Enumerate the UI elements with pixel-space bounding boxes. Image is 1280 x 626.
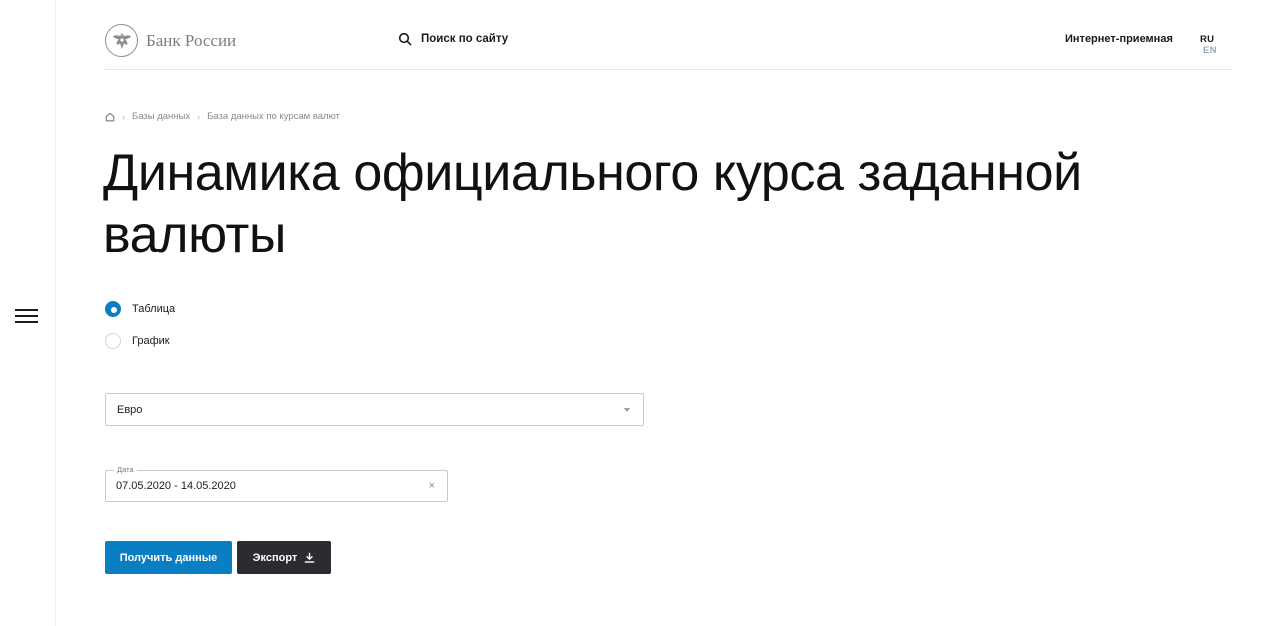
export-button-label: Экспорт [252,551,298,564]
logo-text: Банк России [146,30,237,50]
breadcrumb: › Базы данных › База данных по курсам ва… [105,111,340,122]
breadcrumb-separator: › [122,111,125,122]
lang-en-link[interactable]: EN [1203,45,1217,56]
eagle-emblem-icon [105,24,138,57]
search-icon [398,32,412,46]
clear-date-icon[interactable]: × [429,479,435,493]
get-data-button[interactable]: Получить данные [105,541,232,574]
currency-select[interactable]: Евро [105,393,644,426]
breadcrumb-item-databases[interactable]: Базы данных [132,111,190,122]
export-button[interactable]: Экспорт [237,541,331,574]
view-mode-table-option[interactable]: Таблица [105,301,175,317]
get-data-button-label: Получить данные [119,551,218,564]
lang-ru-link[interactable]: RU [1200,34,1214,45]
chevron-down-icon [624,408,630,412]
view-mode-chart-label: График [132,335,170,347]
page-title: Динамика официального курса заданной вал… [103,144,1082,264]
date-field-label: Дата [114,465,137,475]
search-label: Поиск по сайту [421,33,509,45]
home-icon[interactable] [105,112,115,122]
download-icon [305,552,315,563]
hamburger-menu-icon[interactable] [15,308,38,323]
left-rail [0,0,56,626]
view-mode-chart-radio[interactable] [105,333,121,349]
logo[interactable]: Банк России [105,24,236,57]
breadcrumb-item-currency-db[interactable]: База данных по курсам валют [207,111,340,122]
site-search[interactable]: Поиск по сайту [398,32,508,46]
internet-reception-link[interactable]: Интернет-приемная [1065,33,1173,45]
date-range-input[interactable] [116,477,416,495]
view-mode-table-label: Таблица [132,303,176,315]
language-switcher: RU EN [1200,34,1232,56]
breadcrumb-separator: › [197,111,201,122]
date-range-field: Дата × [105,465,448,502]
currency-select-value: Евро [117,404,143,416]
site-header: Банк России Поиск по сайту Интернет-прие… [105,22,1232,70]
view-mode-chart-option[interactable]: График [105,333,170,349]
view-mode-table-radio[interactable] [105,301,121,317]
